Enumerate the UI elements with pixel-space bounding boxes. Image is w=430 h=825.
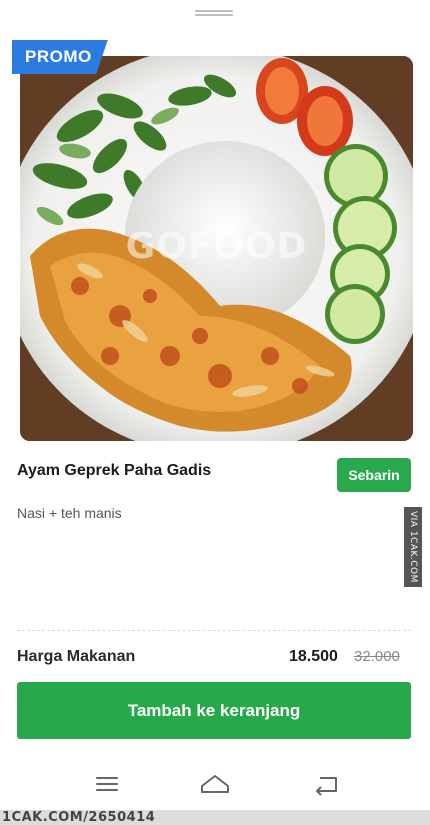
back-icon[interactable] bbox=[310, 770, 344, 798]
vertical-watermark: VIA 1CAK.COM bbox=[404, 507, 422, 587]
footer-watermark-bar: 1CAK.COM/2650414 bbox=[0, 810, 430, 825]
item-name: Ayam Geprek Paha Gadis bbox=[17, 462, 212, 479]
footer-watermark: 1CAK.COM/2650414 bbox=[2, 810, 156, 825]
divider bbox=[17, 630, 411, 631]
price-label: Harga Makanan bbox=[17, 648, 136, 665]
current-price: 18.500 bbox=[289, 648, 338, 665]
home-icon[interactable] bbox=[198, 770, 232, 798]
promo-badge: PROMO bbox=[12, 40, 108, 74]
menu-icon[interactable] bbox=[90, 770, 124, 798]
share-button[interactable]: Sebarin bbox=[337, 458, 411, 492]
original-price: 32.000 bbox=[354, 648, 400, 665]
add-to-cart-button[interactable]: Tambah ke keranjang bbox=[17, 682, 411, 739]
food-photo: GOFOOD bbox=[20, 56, 413, 441]
sheet-drag-handle[interactable] bbox=[195, 10, 233, 16]
item-description: Nasi + teh manis bbox=[17, 505, 122, 521]
photo-watermark: GOFOOD bbox=[125, 226, 308, 267]
system-nav-bar bbox=[0, 760, 430, 808]
